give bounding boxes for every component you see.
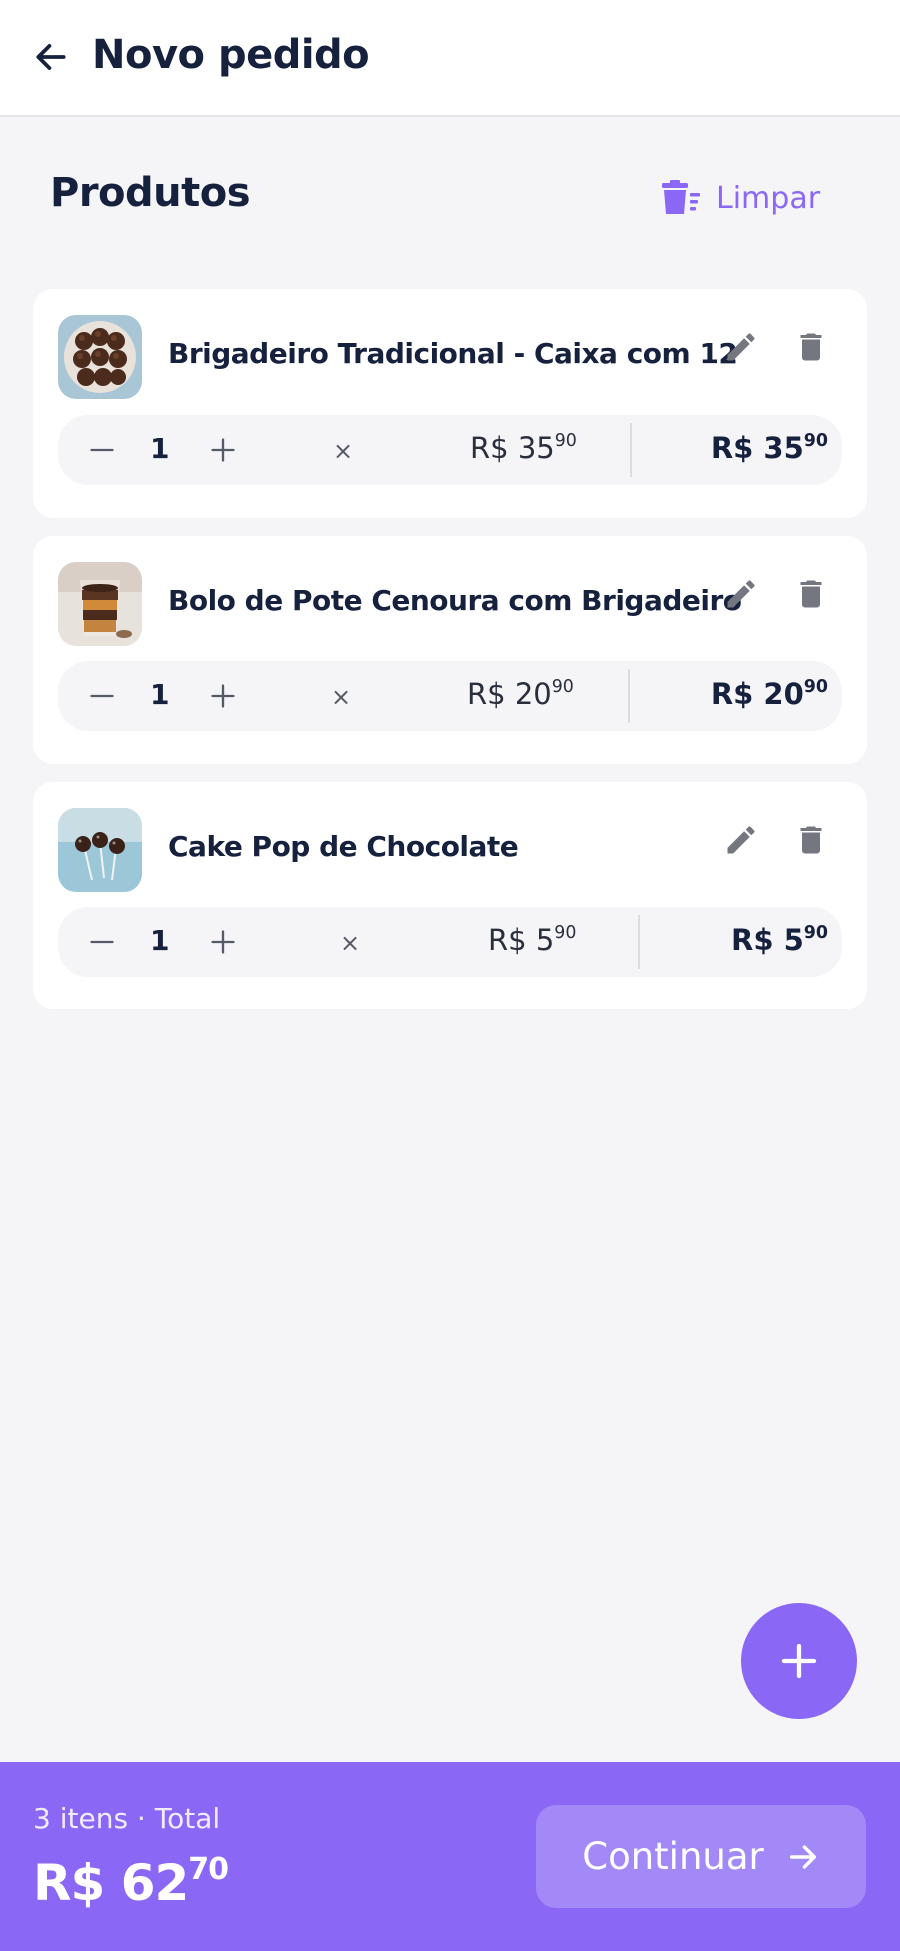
pencil-icon [727,333,755,361]
line-total: R$ 590 [731,922,828,957]
plus-icon [211,930,235,954]
unit-price: R$ 2090 [467,676,574,711]
product-card: Brigadeiro Tradicional - Caixa com 12 1 … [33,289,867,518]
delete-button[interactable] [789,325,833,369]
arrow-right-icon [789,1844,816,1869]
product-name: Brigadeiro Tradicional - Caixa com 12 [168,337,738,370]
clear-label: Limpar [716,180,821,216]
minus-icon [90,940,114,944]
cake-pop-image [58,808,142,892]
product-card: Cake Pop de Chocolate 1 × R$ 590 R$ 590 [33,782,867,1009]
decrease-quantity-button[interactable] [80,674,124,718]
divider [630,423,632,477]
trash-icon [800,580,822,608]
pencil-icon [727,826,755,854]
delete-button[interactable] [789,818,833,862]
brigadeiro-box-image [58,315,142,399]
plus-icon [781,1643,817,1679]
continue-label: Continuar [582,1835,764,1878]
pencil-icon [727,580,755,608]
quantity-row: 1 × R$ 3590 R$ 3590 [58,415,842,485]
trash-icon [800,333,822,361]
unit-price: R$ 3590 [470,430,577,465]
arrow-left-icon [36,44,66,70]
unit-price: R$ 590 [488,922,577,957]
multiply-sign: × [340,929,361,957]
quantity-row: 1 × R$ 2090 R$ 2090 [58,661,842,731]
quantity-value: 1 [150,432,170,465]
app-header: Novo pedido [0,0,900,117]
order-footer: 3 itens · Total R$ 6270 Continuar [0,1762,900,1951]
decrease-quantity-button[interactable] [80,428,124,472]
edit-button[interactable] [719,572,763,616]
order-total: R$ 6270 [33,1852,229,1912]
product-name: Cake Pop de Chocolate [168,830,519,863]
increase-quantity-button[interactable] [201,428,245,472]
quantity-value: 1 [150,678,170,711]
line-total: R$ 2090 [710,676,828,711]
minus-icon [90,448,114,452]
increase-quantity-button[interactable] [201,920,245,964]
add-product-button[interactable] [741,1603,857,1719]
decrease-quantity-button[interactable] [80,920,124,964]
quantity-value: 1 [150,924,170,957]
product-name: Bolo de Pote Cenoura com Brigadeiro [168,584,742,617]
divider [638,915,640,969]
plus-icon [211,684,235,708]
multiply-sign: × [333,437,354,465]
product-card: Bolo de Pote Cenoura com Brigadeiro 1 × … [33,536,867,764]
delete-button[interactable] [789,572,833,616]
edit-button[interactable] [719,818,763,862]
divider [628,669,630,723]
products-section-title: Produtos [50,170,251,216]
trash-icon [800,826,822,854]
order-summary: 3 itens · Total [33,1802,221,1835]
bolo-de-pote-image [58,562,142,646]
continue-button[interactable]: Continuar [536,1805,866,1908]
quantity-row: 1 × R$ 590 R$ 590 [58,907,842,977]
edit-button[interactable] [719,325,763,369]
app-screen: Novo pedido Produtos Limpar Brigadeiro T… [0,0,900,1951]
trash-list-icon [662,180,700,214]
line-total: R$ 3590 [710,430,828,465]
clear-button[interactable]: Limpar [660,176,820,220]
minus-icon [90,694,114,698]
increase-quantity-button[interactable] [201,674,245,718]
page-title: Novo pedido [92,32,370,78]
plus-icon [211,438,235,462]
multiply-sign: × [331,683,352,711]
back-button[interactable] [28,34,74,80]
